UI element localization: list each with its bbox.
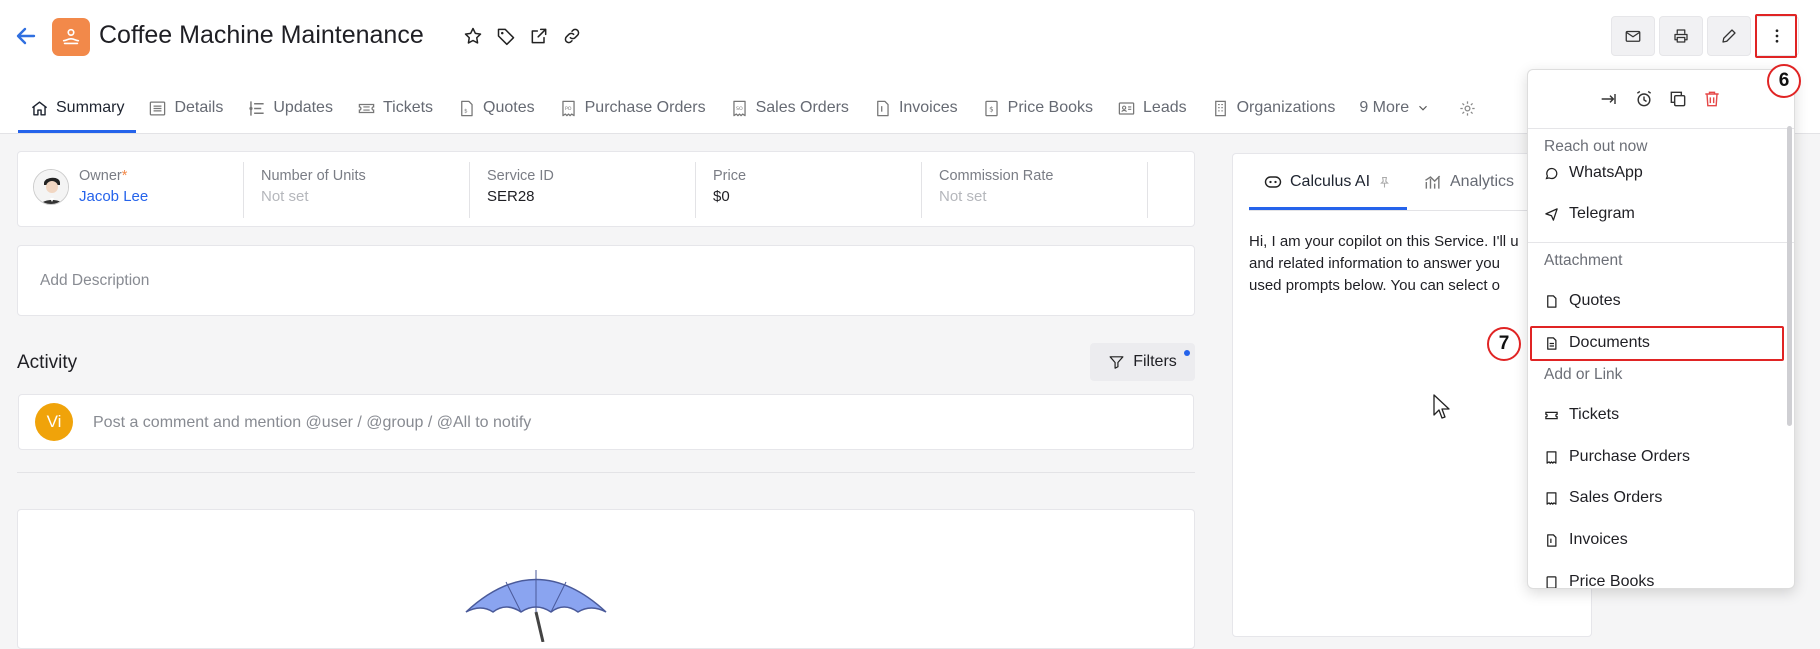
section-add-or-link: Add or Link — [1544, 366, 1623, 383]
page-title: Coffee Machine Maintenance — [99, 21, 424, 49]
lead-icon — [1118, 101, 1135, 115]
gear-icon — [1460, 100, 1475, 116]
commission-field: Commission Rate Not set — [939, 168, 1054, 205]
key-fields-card: Owner* Jacob Lee Number of Units Not set… — [17, 151, 1195, 227]
invoice-icon — [877, 100, 889, 116]
po-icon: PO — [561, 100, 575, 116]
filters-button[interactable]: Filters — [1090, 343, 1195, 381]
pencil-icon — [1722, 29, 1736, 43]
copy-icon[interactable] — [1668, 89, 1688, 109]
price-book-icon — [1546, 575, 1557, 588]
tab-updates[interactable]: Updates — [235, 86, 345, 130]
activity-heading: Activity — [17, 352, 78, 373]
price-field: Price $0 — [713, 168, 747, 205]
svg-text:SO: SO — [736, 106, 743, 112]
alarm-icon[interactable] — [1634, 89, 1654, 109]
menu-item-whatsapp[interactable]: WhatsApp — [1544, 164, 1643, 182]
price-book-icon: $ — [984, 100, 998, 116]
highlight-documents-item — [1530, 326, 1784, 361]
whatsapp-icon — [1545, 167, 1558, 179]
svg-text:PO: PO — [565, 106, 572, 112]
section-reach-out: Reach out now — [1544, 138, 1648, 155]
menu-item-quotes[interactable]: Quotes — [1544, 292, 1621, 310]
home-icon — [31, 100, 48, 116]
tab-analytics[interactable]: Analytics — [1423, 172, 1514, 192]
tab-summary[interactable]: Summary — [18, 86, 137, 133]
external-link-icon[interactable] — [528, 25, 549, 46]
umbrella-illustration-icon — [465, 570, 607, 642]
record-tabs: Summary Details Updates Tickets $ Quotes… — [18, 86, 1489, 134]
tab-organizations[interactable]: Organizations — [1199, 86, 1348, 130]
tab-invoices[interactable]: Invoices — [861, 86, 970, 130]
unfollow-icon[interactable] — [1600, 89, 1620, 109]
tab-leads[interactable]: Leads — [1105, 86, 1199, 130]
quote-icon: $ — [461, 100, 473, 116]
step-badge-6: 6 — [1767, 64, 1801, 98]
ai-bot-icon — [1264, 176, 1282, 188]
owner-link[interactable]: Jacob Lee — [79, 188, 148, 205]
invoice-icon — [1547, 533, 1557, 547]
comment-placeholder: Post a comment and mention @user / @grou… — [93, 414, 532, 431]
service-app-icon — [52, 18, 90, 56]
po-icon — [1546, 450, 1557, 464]
owner-field: Owner* Jacob Lee — [79, 168, 149, 205]
ticket-icon — [1545, 411, 1558, 419]
quote-icon — [1547, 294, 1557, 308]
menu-item-purchase-orders[interactable]: Purchase Orders — [1544, 448, 1690, 466]
tab-settings[interactable] — [1442, 86, 1489, 130]
building-icon — [1214, 100, 1226, 116]
so-icon — [1546, 491, 1557, 505]
timeline-icon — [249, 100, 264, 116]
filter-icon — [1109, 355, 1124, 369]
analytics-icon — [1425, 175, 1441, 189]
description-card[interactable]: Add Description — [17, 245, 1195, 316]
chevron-down-icon — [1419, 105, 1428, 111]
section-attachment: Attachment — [1544, 252, 1623, 269]
email-button[interactable] — [1611, 16, 1655, 56]
menu-item-price-books[interactable]: Price Books — [1544, 573, 1654, 588]
tab-tickets[interactable]: Tickets — [345, 86, 445, 130]
back-arrow-icon[interactable] — [14, 24, 38, 48]
tab-sales-orders[interactable]: SO Sales Orders — [718, 86, 861, 130]
tab-quotes[interactable]: $ Quotes — [445, 86, 547, 130]
service-id-field: Service ID SER28 — [487, 168, 554, 205]
units-field: Number of Units Not set — [261, 168, 366, 205]
printer-icon — [1674, 29, 1688, 43]
print-button[interactable] — [1659, 16, 1703, 56]
menu-item-tickets[interactable]: Tickets — [1544, 406, 1619, 424]
divider — [17, 472, 1195, 473]
menu-item-telegram[interactable]: Telegram — [1544, 205, 1635, 223]
trash-icon[interactable] — [1702, 89, 1722, 109]
tab-calculus-ai[interactable]: Calculus AI — [1263, 172, 1392, 192]
activity-empty-card — [17, 509, 1195, 649]
tab-price-books[interactable]: $ Price Books — [970, 86, 1105, 130]
svg-text:$: $ — [989, 104, 994, 113]
mail-icon — [1625, 30, 1641, 42]
so-icon: SO — [732, 100, 746, 116]
pin-icon[interactable] — [1377, 175, 1392, 190]
tab-details[interactable]: Details — [136, 86, 235, 130]
send-icon — [1545, 207, 1558, 221]
comment-input[interactable]: Vi Post a comment and mention @user / @g… — [18, 394, 1194, 450]
highlight-more-button — [1755, 14, 1797, 58]
edit-button[interactable] — [1707, 16, 1751, 56]
owner-avatar — [33, 169, 69, 205]
user-avatar: Vi — [35, 403, 73, 441]
tab-purchase-orders[interactable]: PO Purchase Orders — [547, 86, 718, 130]
description-placeholder: Add Description — [40, 272, 150, 289]
tag-icon[interactable] — [495, 25, 516, 46]
svg-text:$: $ — [464, 108, 468, 114]
menu-item-invoices[interactable]: Invoices — [1544, 531, 1628, 549]
menu-scrollbar[interactable] — [1787, 126, 1792, 426]
menu-item-sales-orders[interactable]: Sales Orders — [1544, 489, 1662, 507]
tab-more[interactable]: 9 More — [1347, 86, 1442, 130]
step-badge-7: 7 — [1487, 327, 1521, 361]
filter-active-dot — [1184, 350, 1190, 356]
link-icon[interactable] — [561, 25, 582, 46]
mouse-cursor-icon — [1433, 394, 1450, 419]
star-icon[interactable] — [462, 25, 483, 46]
list-icon — [150, 101, 166, 115]
ticket-icon — [358, 103, 375, 113]
